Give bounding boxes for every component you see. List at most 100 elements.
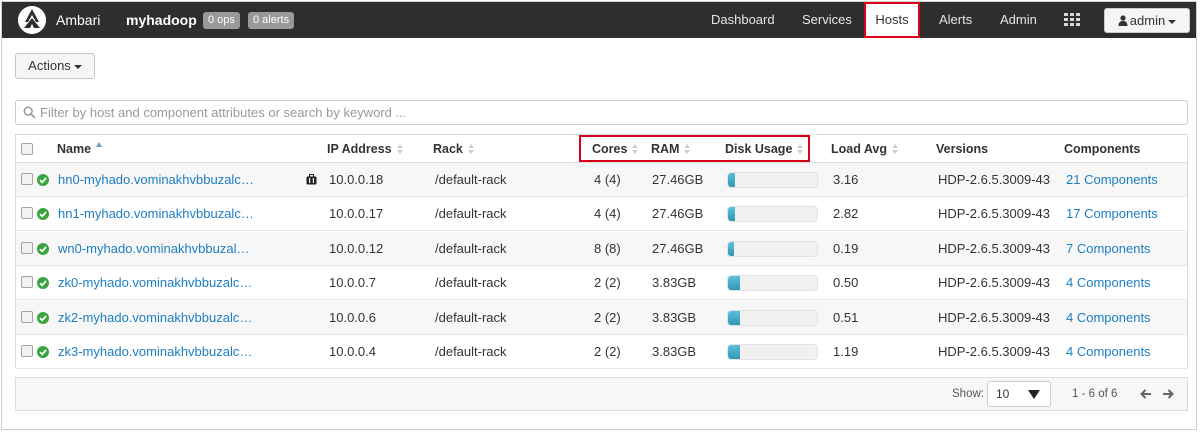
row-checkbox[interactable]	[21, 241, 33, 254]
column-header-load-avg[interactable]: Load Avg	[831, 135, 899, 163]
components-link[interactable]: 17 Components	[1066, 197, 1158, 231]
host-name-link[interactable]: wn0-myhado.vominakhvbbuzal…	[58, 232, 258, 266]
disk-usage-fill	[728, 345, 740, 359]
ram: 27.46GB	[652, 206, 704, 222]
column-header-versions: Versions	[936, 142, 989, 156]
disk-usage-bar[interactable]	[727, 309, 818, 326]
host-filter-input[interactable]: Filter by host and component attributes …	[15, 100, 1188, 125]
table-row[interactable]: zk3-myhado.vominakhvbbuzalc… 10.0.0.4/def…	[16, 335, 1187, 369]
ram: 3.83GB	[652, 344, 697, 359]
status-healthy-icon	[37, 174, 49, 186]
table-row[interactable]: hn0-myhado.vominakhvbbuzalc… 10.0.0.18/de…	[16, 163, 1187, 197]
ram: 27.46GB	[652, 240, 704, 256]
row-checkbox[interactable]	[21, 345, 33, 357]
components-link[interactable]: 21 Components	[1066, 163, 1158, 197]
metrics-highlight-box	[579, 135, 810, 162]
rack: /default-rack	[435, 344, 507, 359]
cores: 2 (2)	[594, 344, 621, 359]
host-name-link[interactable]: zk2-myhado.vominakhvbbuzalc…	[58, 301, 258, 335]
brand-name[interactable]: Ambari	[56, 2, 100, 38]
status-healthy-icon	[37, 208, 49, 221]
row-checkbox[interactable]	[21, 207, 33, 220]
load-avg: 0.50	[833, 275, 859, 291]
ops-badge[interactable]: 0 ops	[203, 12, 240, 29]
ambari-logo-icon[interactable]	[18, 6, 46, 34]
ram: 27.46GB	[652, 172, 704, 187]
sort-icon	[892, 144, 899, 154]
load-avg: 2.82	[833, 206, 859, 222]
cluster-name[interactable]: myhadoop	[126, 2, 197, 38]
actions-dropdown-button[interactable]: Actions	[15, 53, 95, 79]
briefcase-icon[interactable]	[306, 174, 317, 185]
previous-page-icon[interactable]	[1140, 388, 1152, 400]
column-header-components: Components	[1064, 142, 1141, 156]
rack: /default-rack	[435, 240, 507, 256]
components-link[interactable]: 4 Components	[1066, 301, 1151, 335]
chevron-down-icon	[1028, 390, 1040, 399]
nav-dashboard[interactable]: Dashboard	[711, 2, 775, 38]
disk-usage-bar[interactable]	[727, 240, 818, 257]
row-checkbox[interactable]	[21, 310, 33, 323]
chevron-down-icon	[1168, 19, 1177, 24]
row-checkbox[interactable]	[21, 173, 33, 185]
load-avg: 1.19	[833, 344, 859, 359]
chevron-down-icon	[73, 64, 82, 69]
select-all-checkbox[interactable]	[21, 143, 33, 155]
disk-usage-fill	[728, 276, 740, 291]
host-name-link[interactable]: hn0-myhado.vominakhvbbuzalc…	[58, 163, 258, 197]
table-header: Name IP Address Rack Cores RAM Disk Usag…	[16, 135, 1187, 163]
column-header-name[interactable]: Name	[57, 135, 103, 163]
rack: /default-rack	[435, 206, 507, 222]
rack: /default-rack	[435, 172, 507, 187]
disk-usage-bar[interactable]	[727, 206, 818, 223]
page-size-select[interactable]: 10	[987, 381, 1051, 407]
version: HDP-2.6.5.3009-43	[938, 240, 1051, 256]
row-checkbox[interactable]	[21, 276, 33, 289]
apps-grid-icon[interactable]	[1064, 13, 1080, 27]
ip-address: 10.0.0.4	[329, 344, 376, 359]
top-navbar: Ambari myhadoop 0 ops 0 alerts Dashboard…	[2, 2, 1196, 38]
components-link[interactable]: 4 Components	[1066, 335, 1151, 369]
status-healthy-icon	[37, 242, 49, 255]
hosts-table: Name IP Address Rack Cores RAM Disk Usag…	[15, 134, 1188, 369]
user-icon	[1118, 15, 1128, 26]
disk-usage-bar[interactable]	[727, 172, 818, 188]
components-link[interactable]: 4 Components	[1066, 266, 1151, 300]
cores: 2 (2)	[594, 309, 621, 325]
nav-admin[interactable]: Admin	[1000, 2, 1037, 38]
status-healthy-icon	[37, 277, 49, 290]
nav-alerts[interactable]: Alerts	[939, 2, 972, 38]
column-header-ip[interactable]: IP Address	[327, 135, 404, 163]
version: HDP-2.6.5.3009-43	[938, 344, 1051, 359]
table-row[interactable]: hn1-myhado.vominakhvbbuzalc… 10.0.0.17/de…	[16, 197, 1187, 232]
rack: /default-rack	[435, 275, 507, 291]
load-avg: 0.51	[833, 309, 859, 325]
sort-icon	[467, 144, 475, 154]
host-name-link[interactable]: hn1-myhado.vominakhvbbuzalc…	[58, 197, 258, 231]
load-avg: 0.19	[833, 240, 859, 256]
user-menu-button[interactable]: admin	[1104, 8, 1190, 33]
table-row[interactable]: wn0-myhado.vominakhvbbuzal… 10.0.0.12/def…	[16, 231, 1187, 266]
page-size-value: 10	[996, 387, 1010, 401]
table-row[interactable]: zk2-myhado.vominakhvbbuzalc… 10.0.0.6/def…	[16, 300, 1187, 335]
disk-usage-bar[interactable]	[727, 344, 818, 360]
host-name-link[interactable]: zk0-myhado.vominakhvbbuzalc…	[58, 266, 258, 300]
next-page-icon[interactable]	[1162, 388, 1174, 400]
version: HDP-2.6.5.3009-43	[938, 309, 1051, 325]
hosts-highlight-box	[864, 2, 920, 38]
cores: 8 (8)	[594, 240, 621, 256]
filter-placeholder: Filter by host and component attributes …	[40, 105, 407, 120]
host-name-link[interactable]: zk3-myhado.vominakhvbbuzalc…	[58, 335, 258, 369]
disk-usage-bar[interactable]	[727, 275, 818, 292]
table-row[interactable]: zk0-myhado.vominakhvbbuzalc… 10.0.0.7/def…	[16, 266, 1187, 301]
column-header-rack[interactable]: Rack	[433, 135, 475, 163]
components-link[interactable]: 7 Components	[1066, 232, 1151, 266]
ram: 3.83GB	[652, 275, 697, 291]
nav-services[interactable]: Services	[802, 2, 852, 38]
page-size-label: Show:	[952, 388, 984, 400]
version: HDP-2.6.5.3009-43	[938, 275, 1051, 291]
disk-usage-fill	[728, 173, 736, 187]
disk-usage-fill	[728, 310, 740, 325]
search-icon	[23, 106, 36, 119]
alerts-badge[interactable]: 0 alerts	[248, 12, 295, 29]
